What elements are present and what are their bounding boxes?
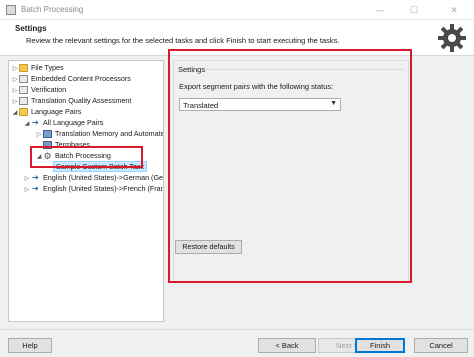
wizard-footer: Help < Back Next > Finish Cancel — [0, 329, 474, 357]
tree-item-file-types[interactable]: ▷ File Types — [11, 63, 64, 73]
tree-item-en-us-de-de[interactable]: ▷ ➔ English (United States)->German (Germ — [23, 173, 163, 184]
tree-item-termbases[interactable]: Termbases — [35, 140, 90, 150]
book-icon — [43, 130, 52, 139]
arrow-icon: ➔ — [32, 118, 39, 128]
app-icon — [6, 5, 16, 15]
tree-item-embedded-content-processors[interactable]: ▷ Embedded Content Processors — [11, 74, 131, 84]
window-title: Batch Processing — [21, 5, 84, 14]
collapse-icon[interactable]: ◢ — [23, 119, 31, 129]
tree-item-batch-processing[interactable]: ◢ ⚙ Batch Processing — [35, 151, 111, 161]
maximize-icon[interactable]: ☐ — [400, 0, 428, 20]
page-title: Settings — [15, 24, 47, 33]
page-icon — [19, 75, 28, 84]
settings-panel: Settings Export segment pairs with the f… — [173, 60, 409, 282]
book-icon — [43, 141, 52, 150]
close-icon[interactable]: ✕ — [440, 0, 468, 20]
tree-item-all-language-pairs[interactable]: ◢ ➔ All Language Pairs — [23, 118, 104, 129]
expand-icon[interactable]: ▷ — [11, 64, 19, 74]
gear-icon: ⚙ — [43, 151, 52, 162]
help-button[interactable]: Help — [8, 338, 52, 353]
page-icon — [19, 97, 28, 106]
cancel-button[interactable]: Cancel — [414, 338, 468, 353]
chevron-down-icon: ▼ — [330, 100, 337, 107]
back-button[interactable]: < Back — [258, 338, 316, 353]
expand-icon[interactable]: ▷ — [11, 75, 19, 85]
collapse-icon[interactable]: ◢ — [11, 108, 19, 118]
restore-defaults-button[interactable]: Restore defaults — [175, 240, 242, 254]
tree-item-sample-custom-batch-task[interactable]: Sample Custom Batch Task — [53, 161, 148, 173]
expand-icon[interactable]: ▷ — [23, 174, 31, 184]
status-label: Export segment pairs with the following … — [179, 82, 334, 91]
status-dropdown[interactable]: Translated ▼ — [179, 98, 341, 111]
group-divider — [204, 69, 404, 70]
tree-item-verification[interactable]: ▷ Verification — [11, 85, 66, 95]
expand-icon[interactable]: ▷ — [23, 185, 31, 195]
settings-group-title: Settings — [178, 65, 206, 74]
folder-icon — [19, 64, 28, 73]
collapse-icon[interactable]: ◢ — [35, 152, 43, 162]
arrow-icon: ➔ — [32, 184, 39, 194]
wizard-header: Settings Review the relevant settings fo… — [0, 20, 474, 56]
minimize-icon[interactable]: — — [366, 0, 394, 20]
gear-icon — [438, 24, 466, 52]
settings-tree[interactable]: ▷ File Types ▷ Embedded Content Processors… — [8, 60, 164, 322]
tree-item-translation-memory[interactable]: ▷ Translation Memory and Automated — [35, 129, 163, 140]
page-description: Review the relevant settings for the sel… — [26, 36, 340, 45]
finish-button[interactable]: Finish — [355, 338, 405, 353]
expand-icon[interactable]: ▷ — [35, 130, 43, 140]
check-icon — [19, 86, 28, 95]
tree-item-translation-quality-assessment[interactable]: ▷ Translation Quality Assessment — [11, 96, 131, 106]
expand-icon[interactable]: ▷ — [11, 86, 19, 96]
tree-item-language-pairs[interactable]: ◢ Language Pairs — [11, 107, 81, 117]
expand-icon[interactable]: ▷ — [11, 97, 19, 107]
folder-icon — [19, 108, 28, 117]
title-bar: Batch Processing — ☐ ✕ — [0, 0, 474, 20]
arrow-icon: ➔ — [32, 173, 39, 183]
status-value: Translated — [183, 101, 219, 110]
tree-item-en-us-fr-fr[interactable]: ▷ ➔ English (United States)->French (Franc… — [23, 184, 163, 195]
